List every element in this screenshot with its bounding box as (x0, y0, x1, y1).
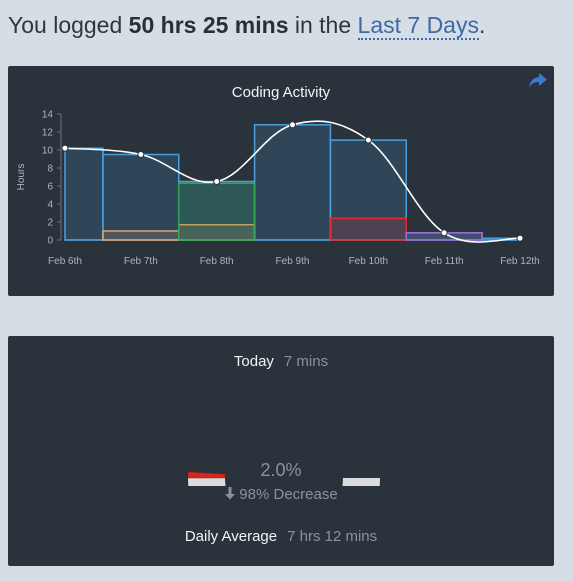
x-tick-label: Feb 12th (500, 256, 539, 267)
arrow-down-icon (225, 487, 236, 500)
x-tick-label: Feb 8th (200, 256, 234, 267)
range-link[interactable]: Last 7 Days (357, 12, 479, 40)
total-point (289, 121, 296, 129)
y-tick-label: 10 (42, 146, 54, 157)
y-axis-label: Hours (16, 164, 27, 191)
total-time: 50 hrs 25 mins (128, 12, 289, 38)
total-point (61, 144, 69, 152)
x-tick-label: Feb 6th (48, 256, 82, 267)
total-point (137, 151, 145, 158)
series-1-bar (102, 230, 180, 241)
y-tick-label: 6 (47, 182, 53, 193)
x-tick-label: Feb 11th (425, 256, 464, 267)
series-0-bar (64, 147, 104, 241)
coding-activity-chart: 0 2 4 6 8 10 12 14 Hours Feb 6th Feb 7th Feb 8th Feb… (16, 110, 540, 268)
summary-prefix: You logged (8, 12, 129, 38)
daily-average-line: Daily Average 7 hrs 12 mins (8, 528, 554, 545)
y-tick-label: 8 (47, 164, 53, 175)
series-0-bar (102, 153, 180, 241)
daily-average-label: Daily Average (184, 528, 278, 545)
series-2-bar (178, 182, 256, 241)
summary-headline: You logged 50 hrs 25 mins in the Last 7 … (8, 12, 486, 40)
total-point (213, 178, 221, 185)
y-tick-label: 4 (47, 200, 53, 211)
gauge-percent: 2.0% (260, 460, 302, 480)
today-label: Today (233, 353, 274, 370)
total-point (440, 229, 448, 237)
today-line: Today 7 mins (8, 353, 554, 370)
total-point (364, 136, 372, 144)
today-panel: Today 7 mins 2.0% 98% Decrease Daily Aver… (8, 336, 554, 566)
x-tick-label: Feb 10th (349, 256, 388, 267)
today-value: 7 mins (283, 353, 329, 370)
summary-suffix: . (478, 12, 486, 38)
y-tick-label: 2 (47, 218, 53, 229)
total-point (516, 234, 524, 242)
daily-average-value: 7 hrs 12 mins (287, 528, 378, 545)
change-text: 98% Decrease (239, 486, 338, 503)
coding-activity-panel: Coding Activity 0 2 4 6 8 10 12 14 Hours Feb 6th F… (8, 66, 554, 296)
y-tick-label: 14 (42, 110, 54, 121)
y-tick-label: 0 (47, 236, 53, 247)
series-3-bar (329, 217, 407, 241)
x-tick-label: Feb 9th (276, 256, 310, 267)
gauge-change: 98% Decrease (8, 486, 554, 503)
summary-middle: in the (288, 12, 358, 38)
x-tick-label: Feb 7th (124, 256, 158, 267)
y-tick-label: 12 (42, 128, 54, 139)
